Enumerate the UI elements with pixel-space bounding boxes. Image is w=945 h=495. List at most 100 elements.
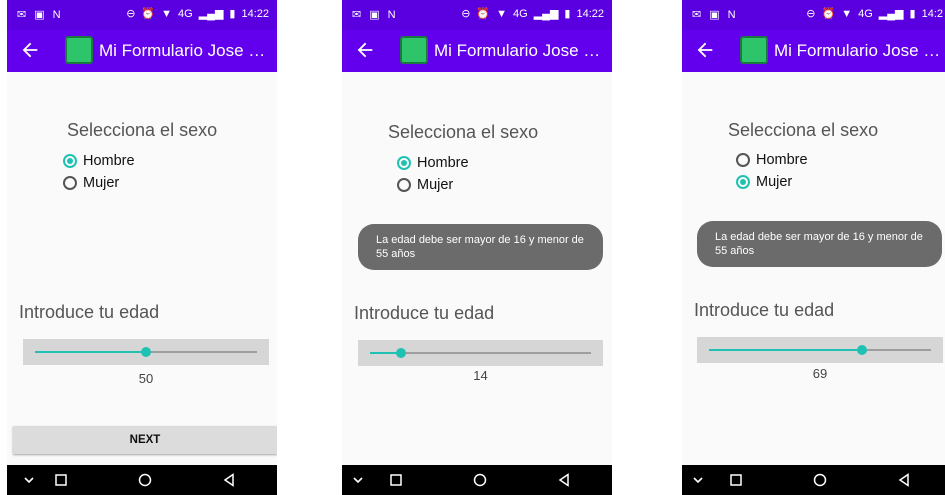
network-label: 4G <box>858 8 873 20</box>
seekbar-fill <box>35 351 146 353</box>
back-nav-icon[interactable] <box>896 472 912 488</box>
radio-hombre[interactable]: Hombre <box>397 155 469 171</box>
alarm-icon: ⏰ <box>821 8 836 20</box>
radio-mujer-indicator[interactable] <box>63 176 77 190</box>
radio-hombre[interactable]: Hombre <box>63 153 135 169</box>
status-bar: ✉ ▣ N ⊖ ⏰ ▼ 4G ▂▄▆ ▮ 14:22 <box>342 0 612 30</box>
back-arrow-icon[interactable] <box>354 39 376 61</box>
screen-1: ✉ ▣ N ⊖ ⏰ ▼ 4G ▂▄▆ ▮ 14:22 Mi Formulario… <box>7 0 277 495</box>
app-title: Mi Formulario Jose Ro... <box>774 41 944 60</box>
image-icon: ▣ <box>369 9 380 21</box>
n-icon: N <box>727 9 736 21</box>
radio-hombre-label: Hombre <box>756 152 808 168</box>
alarm-icon: ⏰ <box>141 8 156 20</box>
app-bar: Mi Formulario Jose Ro... <box>7 30 277 72</box>
home-icon[interactable] <box>472 472 488 488</box>
back-arrow-icon[interactable] <box>19 39 41 61</box>
battery-icon: ▮ <box>564 8 571 20</box>
recents-icon[interactable] <box>388 472 404 488</box>
battery-icon: ▮ <box>909 8 916 20</box>
radio-mujer[interactable]: Mujer <box>736 174 792 190</box>
signal-icon: ▂▄▆ <box>533 8 559 20</box>
app-logo-icon <box>65 36 93 64</box>
seekbar-thumb[interactable] <box>141 347 151 357</box>
seekbar-fill <box>709 349 863 351</box>
dnd-icon: ⊖ <box>126 8 136 20</box>
nav-bar <box>7 465 277 495</box>
app-logo-icon <box>740 36 768 64</box>
alarm-icon: ⏰ <box>476 8 491 20</box>
age-value: 50 <box>138 371 154 386</box>
age-seekbar[interactable] <box>23 339 269 365</box>
age-seekbar[interactable] <box>358 340 603 366</box>
n-icon: N <box>387 9 396 21</box>
back-arrow-icon[interactable] <box>694 39 716 61</box>
age-title: Introduce tu edad <box>19 302 160 322</box>
radio-mujer-indicator[interactable] <box>736 175 750 189</box>
gmail-icon: ✉ <box>692 9 702 21</box>
radio-mujer[interactable]: Mujer <box>397 177 453 193</box>
dnd-icon: ⊖ <box>461 8 471 20</box>
seekbar-thumb[interactable] <box>857 345 868 355</box>
n-icon: N <box>52 9 61 21</box>
image-icon: ▣ <box>34 9 45 21</box>
radio-hombre-indicator[interactable] <box>397 156 411 170</box>
recents-icon[interactable] <box>728 472 744 488</box>
network-label: 4G <box>178 8 193 20</box>
radio-mujer-label: Mujer <box>83 175 120 191</box>
app-title: Mi Formulario Jose Ro... <box>434 41 610 60</box>
age-title: Introduce tu edad <box>694 300 835 320</box>
gmail-icon: ✉ <box>17 9 27 21</box>
home-icon[interactable] <box>137 472 153 488</box>
radio-hombre-label: Hombre <box>417 155 469 171</box>
radio-mujer[interactable]: Mujer <box>63 175 119 191</box>
age-seekbar[interactable] <box>697 337 943 363</box>
gmail-icon: ✉ <box>352 9 362 21</box>
radio-hombre-indicator[interactable] <box>63 154 77 168</box>
recents-icon[interactable] <box>53 472 69 488</box>
sex-title: Selecciona el sexo <box>388 122 539 142</box>
screen-2: ✉ ▣ N ⊖ ⏰ ▼ 4G ▂▄▆ ▮ 14:22 Mi Formulario… <box>342 0 612 495</box>
dnd-icon: ⊖ <box>806 8 816 20</box>
app-bar: Mi Formulario Jose Ro... <box>342 30 612 72</box>
clock: 14:22 <box>241 8 269 20</box>
seekbar-thumb[interactable] <box>395 348 406 358</box>
sex-title: Selecciona el sexo <box>728 120 879 140</box>
radio-hombre[interactable]: Hombre <box>736 152 808 168</box>
signal-icon: ▂▄▆ <box>198 8 224 20</box>
wifi-icon: ▼ <box>841 8 853 20</box>
app-logo-icon <box>400 36 428 64</box>
wifi-icon: ▼ <box>496 8 507 20</box>
app-bar: Mi Formulario Jose Ro... <box>682 30 945 72</box>
radio-hombre-label: Hombre <box>83 153 135 169</box>
radio-mujer-label: Mujer <box>756 174 793 190</box>
next-button[interactable]: NEXT <box>13 426 277 454</box>
nav-bar <box>342 465 612 495</box>
wifi-icon: ▼ <box>161 8 172 20</box>
radio-mujer-label: Mujer <box>417 177 454 193</box>
radio-mujer-indicator[interactable] <box>397 178 411 192</box>
age-value: 14 <box>473 368 488 383</box>
back-nav-icon[interactable] <box>221 472 237 488</box>
age-title: Introduce tu edad <box>354 303 495 323</box>
image-icon: ▣ <box>709 9 720 21</box>
signal-icon: ▂▄▆ <box>878 8 904 20</box>
age-value: 69 <box>812 366 828 381</box>
clock: 14:22 <box>576 8 604 20</box>
home-icon[interactable] <box>812 472 828 488</box>
radio-hombre-indicator[interactable] <box>736 153 750 167</box>
toast-message: La edad debe ser mayor de 16 y menor de … <box>358 224 603 270</box>
chevron-down-icon[interactable] <box>350 472 366 488</box>
screen-3: ✉ ▣ N ⊖ ⏰ ▼ 4G ▂▄▆ ▮ 14:2 Mi Formulario … <box>682 0 945 495</box>
chevron-down-icon[interactable] <box>21 472 37 488</box>
toast-message: La edad debe ser mayor de 16 y menor de … <box>697 221 942 267</box>
network-label: 4G <box>513 8 528 20</box>
chevron-down-icon[interactable] <box>690 472 706 488</box>
back-nav-icon[interactable] <box>556 472 572 488</box>
status-bar: ✉ ▣ N ⊖ ⏰ ▼ 4G ▂▄▆ ▮ 14:22 <box>7 0 277 30</box>
status-bar: ✉ ▣ N ⊖ ⏰ ▼ 4G ▂▄▆ ▮ 14:2 <box>682 0 945 30</box>
app-title: Mi Formulario Jose Ro... <box>99 41 275 60</box>
nav-bar <box>682 465 945 495</box>
battery-icon: ▮ <box>229 8 236 20</box>
clock: 14:2 <box>921 8 943 20</box>
